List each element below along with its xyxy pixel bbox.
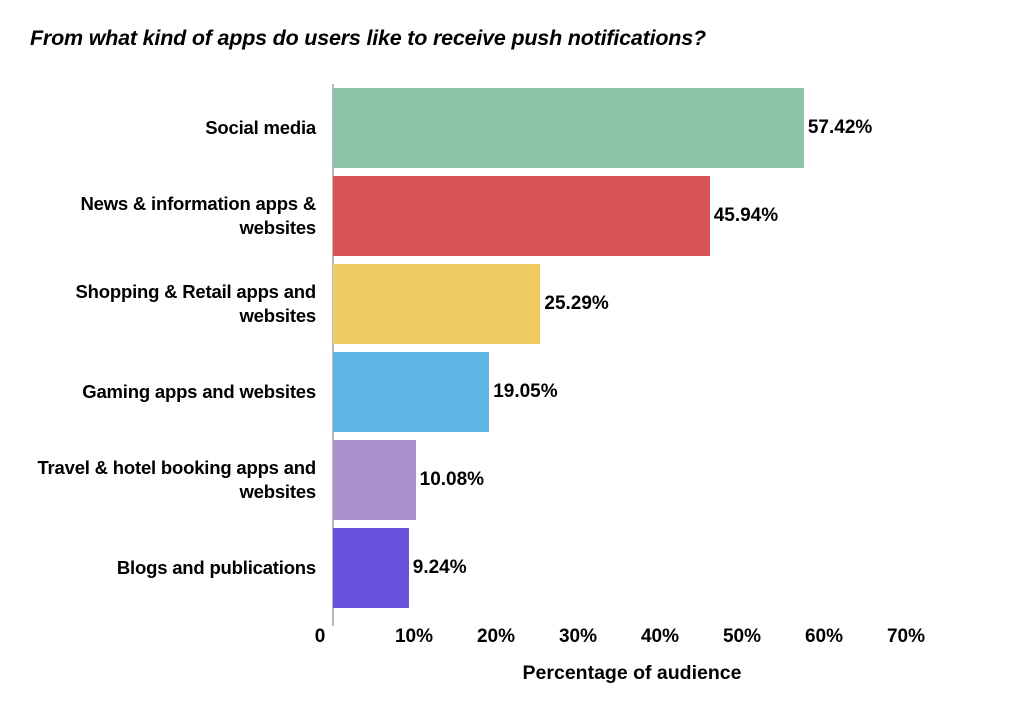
bar-shopping-retail[interactable]	[333, 264, 541, 344]
category-label-cell: Social media	[12, 84, 324, 172]
bar-value-label: 10.08%	[419, 469, 485, 490]
bar-row: 57.42%	[332, 84, 932, 172]
x-tick-label: 50%	[722, 626, 762, 647]
bar-value-label: 9.24%	[412, 557, 467, 578]
bar-value-label: 19.05%	[493, 381, 558, 402]
category-label-column: Social media News & information apps & w…	[12, 84, 324, 624]
category-label-cell: Travel & hotel booking apps and websites	[12, 436, 324, 524]
bar-value-label: 45.94%	[713, 205, 779, 226]
category-label-cell: News & information apps & websites	[12, 172, 324, 260]
category-label: Shopping & Retail apps and websites	[75, 281, 317, 326]
bar-value-label: 57.42%	[807, 117, 873, 138]
bar-row: 25.29%	[332, 260, 932, 348]
category-label: Social media	[205, 117, 316, 138]
x-tick-label: 40%	[640, 626, 680, 647]
plot-area: 57.42% 45.94% 25.29% 19.05% 10.08% 9.24%	[332, 84, 932, 626]
x-tick-label: 10%	[394, 626, 434, 647]
bar-news-information[interactable]	[333, 176, 710, 256]
category-label: News & information apps & websites	[80, 193, 316, 238]
chart-title: From what kind of apps do users like to …	[30, 26, 706, 50]
category-label: Gaming apps and websites	[82, 381, 316, 402]
category-label: Blogs and publications	[116, 557, 316, 578]
bar-row: 45.94%	[332, 172, 932, 260]
category-label-cell: Gaming apps and websites	[12, 348, 324, 436]
bar-blogs-publications[interactable]	[333, 528, 409, 608]
bar-chart: From what kind of apps do users like to …	[0, 0, 1022, 714]
x-tick-label: 20%	[476, 626, 516, 647]
x-tick-label: 30%	[558, 626, 598, 647]
category-label-cell: Shopping & Retail apps and websites	[12, 260, 324, 348]
bar-value-label: 25.29%	[544, 293, 609, 314]
category-label-cell: Blogs and publications	[12, 524, 324, 612]
category-label: Travel & hotel booking apps and websites	[37, 457, 316, 502]
x-tick-label: 60%	[804, 626, 844, 647]
x-tick-label: 70%	[886, 626, 926, 647]
bar-row: 9.24%	[332, 524, 932, 612]
bar-travel-hotel[interactable]	[333, 440, 416, 520]
bar-row: 10.08%	[332, 436, 932, 524]
x-axis: 0 10% 20% 30% 40% 50% 60% 70%	[315, 626, 952, 656]
bar-row: 19.05%	[332, 348, 932, 436]
x-tick-label: 0	[314, 626, 326, 647]
bar-social-media[interactable]	[333, 88, 804, 168]
bar-gaming[interactable]	[333, 352, 490, 432]
x-axis-title: Percentage of audience	[522, 662, 742, 684]
